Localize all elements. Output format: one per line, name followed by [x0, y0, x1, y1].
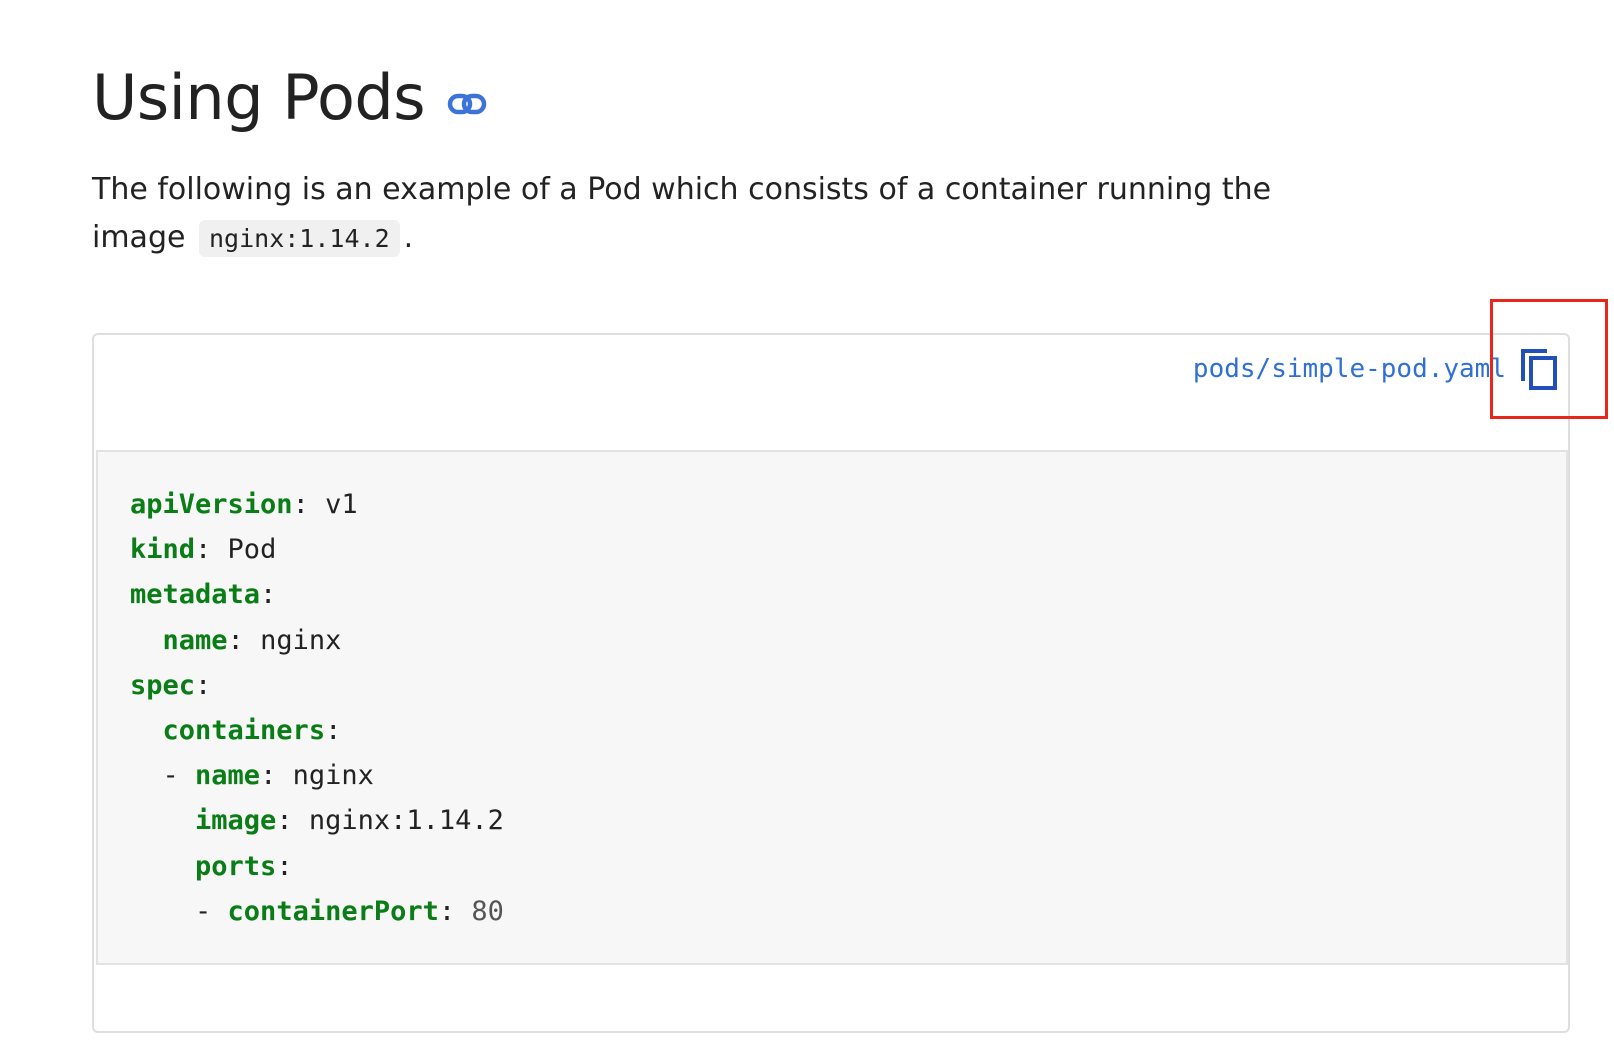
yaml-separator: : — [292, 489, 309, 520]
yaml-separator: : — [260, 760, 277, 792]
yaml-separator: : — [438, 895, 456, 927]
intro-paragraph: The following is an example of a Pod whi… — [92, 166, 1272, 263]
yaml-separator: : — [227, 624, 244, 656]
code-header: pods/simple-pod.yaml — [1193, 339, 1562, 399]
code-line: apiVersion: v1 — [130, 482, 1534, 527]
yaml-separator: : — [195, 669, 212, 701]
yaml-key: spec — [130, 669, 196, 701]
yaml-key: name — [195, 760, 261, 792]
yaml-separator: : — [325, 715, 342, 747]
code-line: ports: — [130, 844, 1534, 889]
yaml-separator: : — [276, 805, 293, 837]
page: Using Pods The following is an example o… — [0, 0, 1614, 1056]
yaml-key: name — [162, 624, 228, 656]
code-line: containers: — [130, 708, 1534, 753]
yaml-value: nginx — [276, 760, 374, 792]
code-line: image: nginx:1.14.2 — [130, 798, 1534, 843]
code-line: - name: nginx — [130, 753, 1534, 798]
file-name-link[interactable]: pods/simple-pod.yaml — [1193, 354, 1506, 384]
yaml-separator: : — [260, 579, 277, 611]
yaml-key: ports — [195, 850, 277, 882]
copy-icon[interactable] — [1516, 344, 1562, 394]
yaml-separator: : — [195, 534, 212, 566]
yaml-value: Pod — [211, 534, 277, 566]
yaml-key: metadata — [130, 579, 261, 611]
intro-text-end: . — [403, 220, 414, 255]
yaml-key: kind — [130, 534, 196, 566]
code-example-card: pods/simple-pod.yaml apiVersion: v1 kind:… — [92, 333, 1570, 1033]
code-indent: - — [130, 895, 228, 927]
yaml-value: nginx:1.14.2 — [292, 805, 504, 837]
yaml-key: containerPort — [227, 895, 439, 927]
code-line: name: nginx — [130, 618, 1534, 663]
code-block: apiVersion: v1 kind: Pod metadata: name: n… — [96, 450, 1568, 965]
page-title: Using Pods — [92, 61, 426, 134]
yaml-key: image — [195, 805, 277, 837]
yaml-value: nginx — [243, 624, 342, 656]
yaml-value: 80 — [455, 895, 504, 927]
code-indent: - — [130, 760, 196, 792]
code-line: spec: — [130, 663, 1534, 708]
yaml-key: apiVersion — [130, 489, 293, 520]
code-content: apiVersion: v1 kind: Pod metadata: name: n… — [130, 482, 1534, 934]
code-line: - containerPort: 80 — [130, 889, 1534, 934]
yaml-separator: : — [276, 850, 293, 882]
code-line: kind: Pod — [130, 527, 1534, 572]
link-icon[interactable] — [447, 93, 487, 115]
yaml-value: v1 — [308, 489, 358, 520]
code-line: metadata: — [130, 572, 1534, 617]
yaml-key: containers — [162, 715, 326, 747]
inline-code-image: nginx:1.14.2 — [199, 220, 400, 257]
section-heading: Using Pods — [92, 58, 487, 138]
